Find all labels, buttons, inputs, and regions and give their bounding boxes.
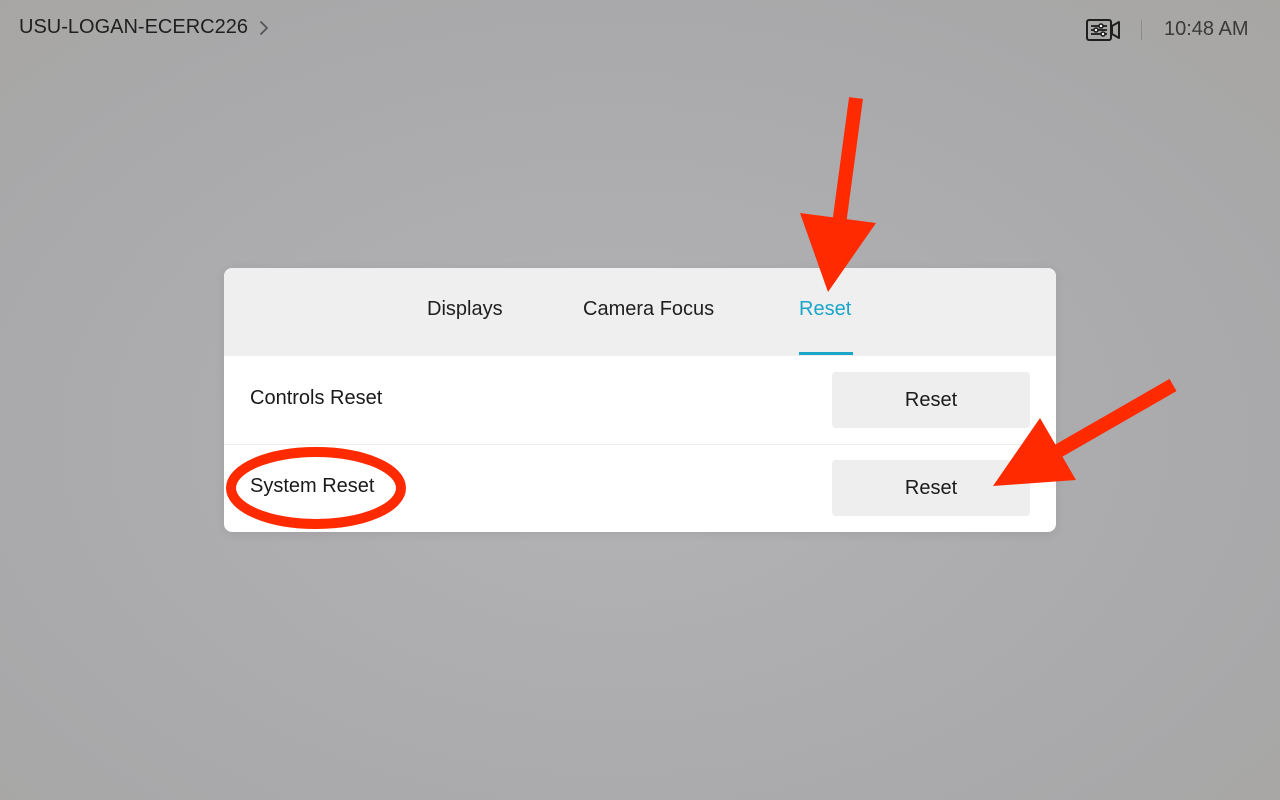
clock: 10:48 AM: [1164, 18, 1249, 40]
settings-panel: Displays Camera Focus Reset Controls Res…: [224, 268, 1056, 532]
annotation-arrow-down: [800, 97, 876, 292]
room-name-text: USU-LOGAN-ECERC226: [19, 16, 248, 38]
controls-reset-label: Controls Reset: [250, 387, 383, 409]
camera-settings-icon[interactable]: [1085, 16, 1121, 44]
tab-bar: Displays Camera Focus Reset: [224, 268, 1056, 356]
controls-reset-row: Controls Reset Reset: [224, 356, 1056, 445]
chevron-right-icon: [260, 20, 268, 35]
system-reset-button[interactable]: Reset: [832, 460, 1030, 516]
system-reset-label: System Reset: [250, 475, 375, 497]
active-tab-indicator: [799, 352, 853, 355]
header-divider: [1141, 20, 1142, 40]
system-reset-row: System Reset Reset: [224, 444, 1056, 532]
controls-reset-button[interactable]: Reset: [832, 372, 1030, 428]
room-name-link[interactable]: USU-LOGAN-ECERC226: [19, 16, 274, 39]
tab-camera-focus[interactable]: Camera Focus: [583, 298, 714, 321]
tab-displays[interactable]: Displays: [427, 298, 503, 321]
tab-reset[interactable]: Reset: [799, 298, 851, 321]
top-bar: USU-LOGAN-ECERC226 10:48 AM: [0, 0, 1280, 60]
